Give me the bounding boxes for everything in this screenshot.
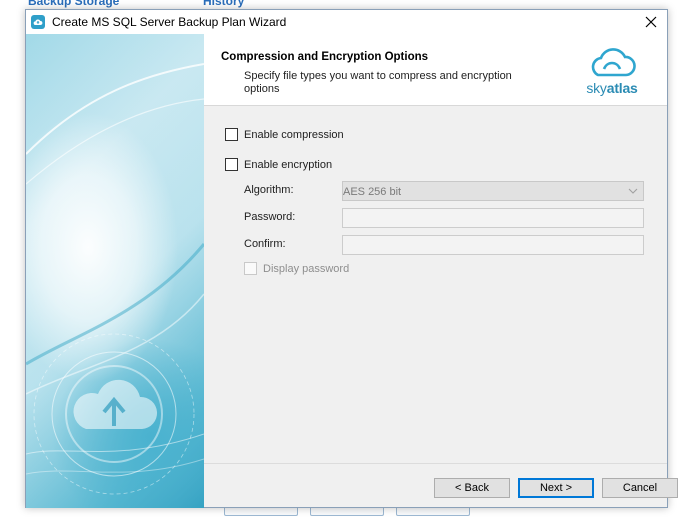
display-password-checkbox[interactable] bbox=[244, 262, 257, 275]
close-icon bbox=[645, 16, 657, 28]
cancel-button[interactable]: Cancel bbox=[602, 478, 678, 498]
password-label: Password: bbox=[244, 211, 296, 223]
wizard-side-banner bbox=[26, 34, 204, 508]
window-title: Create MS SQL Server Backup Plan Wizard bbox=[52, 15, 287, 29]
back-button[interactable]: < Back bbox=[434, 478, 510, 498]
enable-compression-label[interactable]: Enable compression bbox=[244, 129, 344, 141]
background-tab-backup-storage[interactable]: Backup Storage bbox=[28, 0, 119, 8]
display-password-option[interactable]: Display password bbox=[244, 262, 349, 275]
footer-divider bbox=[204, 463, 667, 464]
wizard-dialog: Create MS SQL Server Backup Plan Wizard … bbox=[25, 9, 678, 508]
decorative-swoosh-graphic bbox=[26, 63, 204, 495]
chevron-down-icon bbox=[627, 184, 639, 198]
next-button[interactable]: Next > bbox=[518, 478, 594, 498]
cloud-icon bbox=[31, 15, 45, 29]
page-subtitle: Specify file types you want to compress … bbox=[244, 70, 512, 95]
logo-text-prefix: sky bbox=[586, 80, 607, 96]
algorithm-selected-value: AES 256 bit bbox=[343, 186, 402, 198]
display-password-label[interactable]: Display password bbox=[263, 263, 349, 275]
enable-encryption-label[interactable]: Enable encryption bbox=[244, 159, 332, 171]
title-bar: Create MS SQL Server Backup Plan Wizard bbox=[26, 10, 667, 34]
wizard-content: Compression and Encryption Options Speci… bbox=[204, 34, 678, 508]
confirm-password-field[interactable] bbox=[342, 235, 644, 255]
enable-encryption-option[interactable]: Enable encryption bbox=[225, 158, 332, 171]
close-button[interactable] bbox=[635, 10, 667, 34]
skyatlas-logo: skyatlas bbox=[582, 48, 642, 98]
logo-text: skyatlas bbox=[582, 80, 642, 96]
enable-encryption-checkbox[interactable] bbox=[225, 158, 238, 171]
background-tab-history[interactable]: History bbox=[203, 0, 244, 8]
logo-text-suffix: atlas bbox=[606, 80, 638, 96]
wizard-header: Compression and Encryption Options Speci… bbox=[204, 34, 667, 106]
page-title: Compression and Encryption Options bbox=[221, 51, 429, 63]
cloud-logo-icon bbox=[591, 48, 636, 77]
password-field[interactable] bbox=[342, 208, 644, 228]
enable-compression-option[interactable]: Enable compression bbox=[225, 128, 344, 141]
confirm-label: Confirm: bbox=[244, 238, 286, 250]
enable-compression-checkbox[interactable] bbox=[225, 128, 238, 141]
algorithm-label: Algorithm: bbox=[244, 184, 294, 196]
algorithm-select[interactable]: AES 256 bit bbox=[342, 181, 644, 201]
